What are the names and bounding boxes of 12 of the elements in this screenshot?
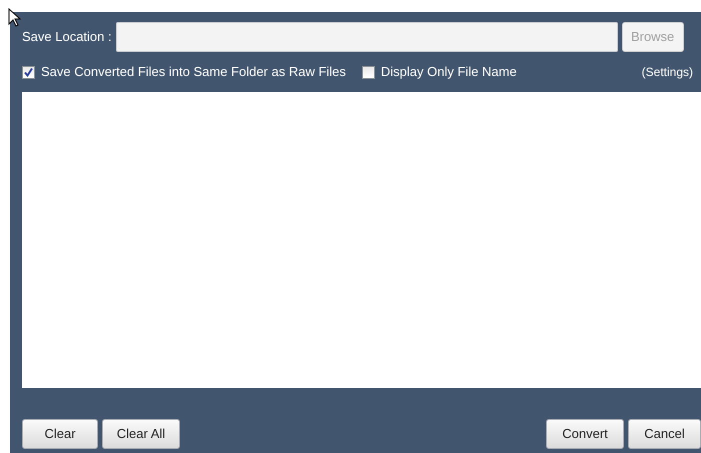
cancel-button[interactable]: Cancel: [628, 419, 701, 449]
checkbox[interactable]: [22, 66, 35, 78]
checkbox-label: Save Converted Files into Same Folder as Raw Files: [41, 63, 346, 82]
clear-all-button[interactable]: Clear All: [102, 419, 180, 449]
field-label: Save Location :: [22, 28, 112, 46]
convert-button[interactable]: Convert: [546, 419, 624, 449]
clear-button[interactable]: Clear: [22, 419, 98, 449]
save-location-field[interactable]: [116, 22, 618, 52]
mouse-cursor-icon: [8, 8, 22, 28]
checkbox[interactable]: [362, 66, 375, 78]
settings-link[interactable]: (Settings): [642, 63, 693, 81]
checkbox-label: Display Only File Name: [380, 63, 517, 82]
